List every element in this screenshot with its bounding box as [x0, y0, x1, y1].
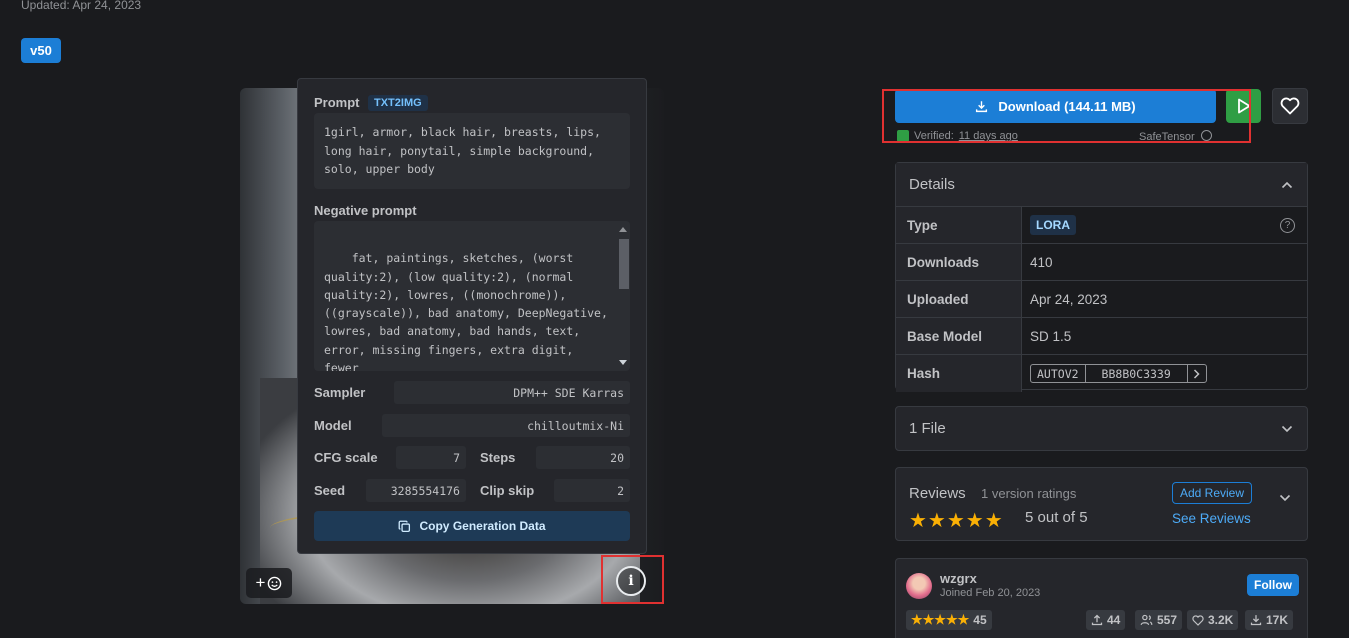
cfg-scale-value: 7 [396, 446, 466, 469]
detail-key: Uploaded [896, 281, 1022, 317]
model-label: Model [314, 418, 352, 433]
favorite-button[interactable] [1272, 88, 1308, 124]
highlight-box-info [601, 555, 664, 604]
downloads-badge: 17K [1245, 610, 1294, 630]
seed-label: Seed [314, 483, 346, 498]
reviews-title: Reviews [909, 485, 966, 502]
detail-row-base-model: Base Model SD 1.5 [896, 318, 1307, 355]
scroll-up-icon[interactable] [619, 227, 627, 232]
seed-value: 3285554176 [366, 479, 466, 502]
creator-card: wzgrx Joined Feb 20, 2023 Follow ★★★★★ 4… [895, 558, 1308, 638]
see-reviews-link[interactable]: See Reviews [1172, 511, 1251, 526]
creator-joined: Joined Feb 20, 2023 [940, 587, 1041, 599]
detail-value: 410 [1030, 254, 1053, 270]
users-icon [1140, 614, 1153, 626]
version-tab[interactable]: v50 [21, 38, 61, 63]
clip-skip-label: Clip skip [480, 483, 535, 498]
copy-icon [399, 520, 411, 532]
creator-name[interactable]: wzgrx [940, 571, 977, 586]
highlight-box-download [882, 89, 1251, 143]
star-icon: ★★★★★ [911, 612, 970, 627]
detail-value: Apr 24, 2023 [1030, 291, 1108, 307]
rating-stars: ★★★★★ [909, 510, 1004, 532]
details-title: Details [909, 176, 955, 193]
followers-count: 557 [1157, 613, 1178, 627]
negative-prompt-label: Negative prompt [314, 203, 417, 218]
clip-skip-value: 2 [554, 479, 630, 502]
files-accordion[interactable]: 1 File [895, 406, 1308, 451]
creator-rating-badge: ★★★★★ 45 [906, 610, 992, 630]
chevron-right-icon[interactable] [1188, 365, 1206, 382]
detail-key: Base Model [896, 318, 1022, 354]
type-badge: LORA [1030, 215, 1076, 235]
model-value: chilloutmix-Ni [382, 414, 630, 437]
prompt-label: Prompt [314, 95, 360, 110]
generation-data-popover: Prompt TXT2IMG 1girl, armor, black hair,… [297, 78, 647, 554]
copy-generation-data-button[interactable]: Copy Generation Data [314, 511, 630, 541]
detail-value: SD 1.5 [1030, 328, 1072, 344]
detail-row-downloads: Downloads 410 [896, 244, 1307, 281]
details-card: Details Type LORA? Downloads 410 Uploade… [895, 162, 1308, 392]
uploads-count: 44 [1107, 613, 1121, 627]
copy-label: Copy Generation Data [419, 519, 546, 533]
steps-value: 20 [536, 446, 630, 469]
favorites-badge: 3.2K [1187, 610, 1239, 630]
scroll-thumb[interactable] [619, 239, 629, 289]
files-title: 1 File [909, 420, 946, 437]
cfg-scale-label: CFG scale [314, 450, 378, 465]
negative-prompt-text[interactable]: fat, paintings, sketches, (worst quality… [314, 221, 630, 371]
add-review-button[interactable]: Add Review [1172, 482, 1252, 504]
chevron-up-icon[interactable] [1281, 181, 1293, 189]
download-icon [1250, 615, 1262, 626]
heart-icon [1280, 97, 1300, 115]
detail-row-uploaded: Uploaded Apr 24, 2023 [896, 281, 1307, 318]
chevron-down-icon[interactable] [1279, 494, 1291, 502]
mode-badge: TXT2IMG [368, 95, 428, 111]
avatar[interactable] [906, 573, 932, 599]
followers-badge: 557 [1135, 610, 1183, 630]
detail-key: Type [896, 207, 1022, 243]
sampler-value: DPM++ SDE Karras [394, 381, 630, 404]
scrollbar[interactable] [617, 223, 629, 369]
detail-key: Downloads [896, 244, 1022, 280]
hash-value[interactable]: BB8B0C3339 [1086, 365, 1188, 382]
plus-icon: + [255, 573, 266, 592]
follow-button[interactable]: Follow [1247, 574, 1299, 596]
prompt-text: 1girl, armor, black hair, breasts, lips,… [314, 113, 630, 189]
sampler-label: Sampler [314, 385, 366, 400]
negative-prompt-content: fat, paintings, sketches, (worst quality… [324, 251, 608, 371]
steps-label: Steps [480, 450, 516, 465]
uploads-badge: 44 [1086, 610, 1126, 630]
detail-key: Hash [896, 355, 1022, 392]
upload-icon [1091, 614, 1103, 626]
chevron-down-icon[interactable] [1281, 425, 1293, 433]
add-reaction-button[interactable]: + [246, 568, 292, 598]
rating-count: 45 [973, 613, 987, 627]
ratings-count: 1 version ratings [981, 486, 1077, 501]
details-header[interactable]: Details [896, 163, 1307, 207]
hash-chip[interactable]: AUTOV2 BB8B0C3339 [1030, 364, 1207, 383]
hash-type[interactable]: AUTOV2 [1031, 365, 1086, 382]
help-icon[interactable]: ? [1280, 217, 1295, 233]
favorites-count: 3.2K [1208, 613, 1234, 627]
scroll-down-icon[interactable] [619, 360, 627, 365]
detail-row-type: Type LORA? [896, 207, 1307, 244]
updated-date: Updated: Apr 24, 2023 [21, 0, 142, 12]
rating-score: 5 out of 5 [1025, 509, 1088, 526]
downloads-count: 17K [1266, 613, 1289, 627]
smile-icon [268, 576, 282, 590]
detail-row-hash: Hash AUTOV2 BB8B0C3339 [896, 355, 1307, 392]
reviews-card: Reviews 1 version ratings ★★★★★ 5 out of… [895, 467, 1308, 541]
heart-icon [1192, 614, 1204, 626]
